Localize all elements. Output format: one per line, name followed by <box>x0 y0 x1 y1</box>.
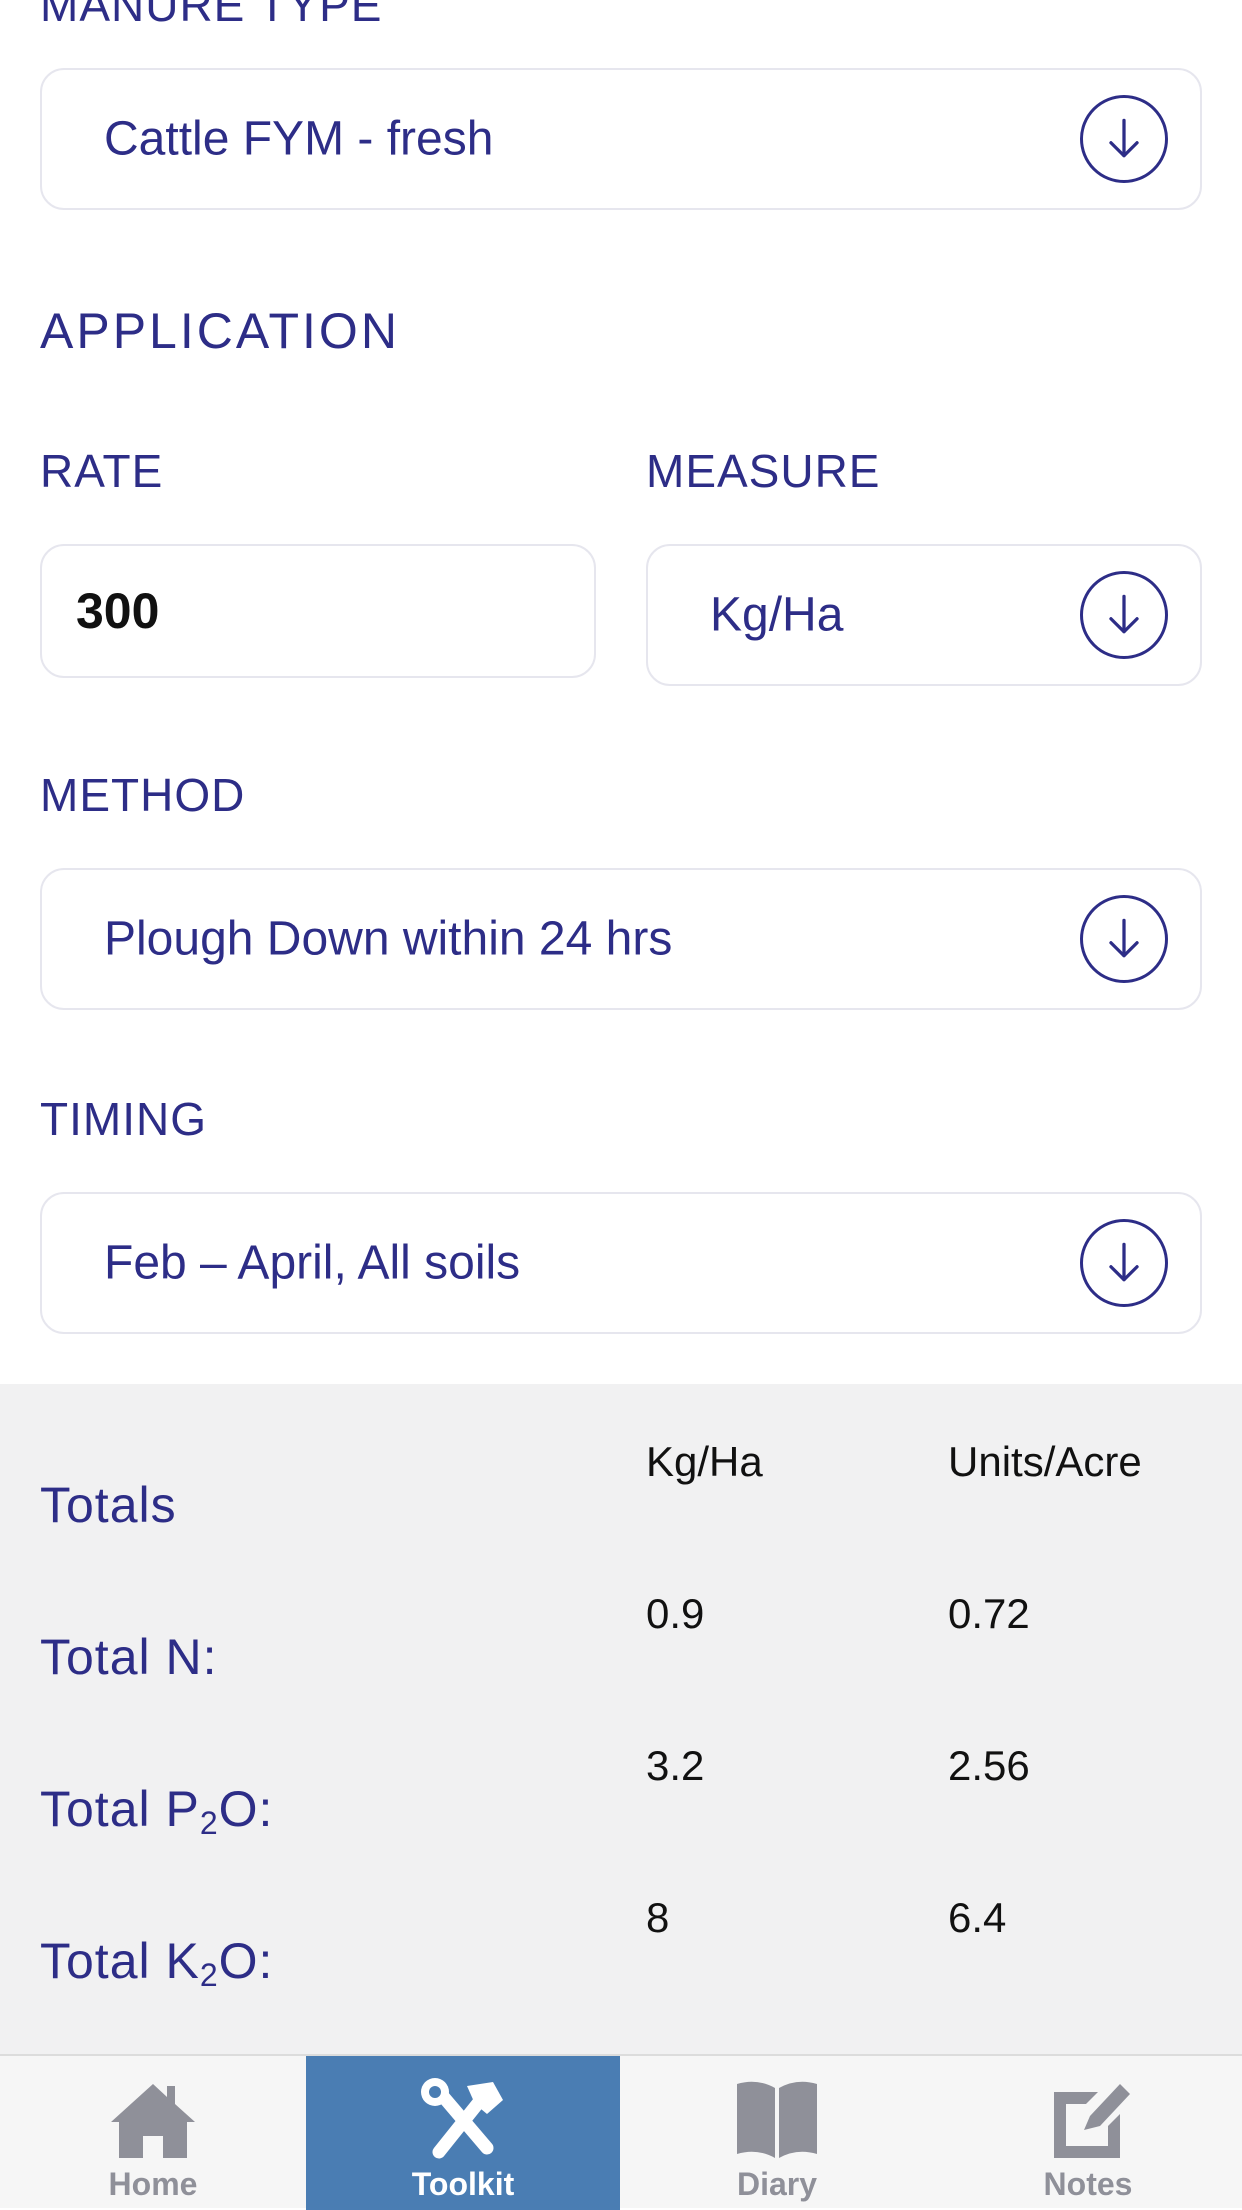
total-p2o-label: Total P2O: <box>40 1781 274 1841</box>
edit-icon <box>1054 2084 1130 2158</box>
tab-home[interactable]: Home <box>0 2056 306 2210</box>
measure-label: MEASURE <box>646 445 881 497</box>
tab-toolkit[interactable]: Toolkit <box>306 2056 620 2210</box>
total-n-units-acre: 0.72 <box>948 1590 1030 1637</box>
total-k2o-units-acre: 6.4 <box>948 1894 1007 1941</box>
tab-notes-label: Notes <box>1043 2166 1133 2202</box>
tab-bar: Home Toolkit Diary Notes <box>0 2054 1242 2210</box>
chevron-down-icon <box>1080 895 1168 983</box>
manure-type-value: Cattle FYM - fresh <box>104 112 494 166</box>
column-header-units-acre: Units/Acre <box>948 1438 1142 1485</box>
column-header-kgha: Kg/Ha <box>646 1438 763 1485</box>
book-icon <box>737 2081 817 2158</box>
chevron-down-icon <box>1080 1219 1168 1307</box>
home-icon <box>111 2084 195 2158</box>
tab-toolkit-label: Toolkit <box>411 2166 515 2202</box>
timing-label: TIMING <box>40 1093 207 1145</box>
tab-diary[interactable]: Diary <box>620 2056 934 2210</box>
total-k2o-label: Total K2O: <box>40 1933 274 1993</box>
method-select[interactable]: Plough Down within 24 hrs <box>40 868 1202 1010</box>
total-n-label: Total N: <box>40 1629 218 1685</box>
toolkit-icon <box>421 2078 503 2159</box>
rate-label: RATE <box>40 445 164 497</box>
tab-diary-label: Diary <box>736 2166 818 2202</box>
total-k2o-kgha: 8 <box>646 1894 670 1941</box>
total-n-kgha: 0.9 <box>646 1590 705 1637</box>
application-heading: APPLICATION <box>40 303 400 359</box>
rate-input[interactable] <box>76 546 588 676</box>
manure-type-label: MANURE TYPE <box>40 0 383 31</box>
manure-type-select[interactable]: Cattle FYM - fresh <box>40 68 1202 210</box>
total-p2o-kgha: 3.2 <box>646 1742 705 1789</box>
measure-select[interactable]: Kg/Ha <box>646 544 1202 686</box>
chevron-down-icon <box>1080 95 1168 183</box>
tab-notes[interactable]: Notes <box>934 2056 1242 2210</box>
method-value: Plough Down within 24 hrs <box>104 912 673 966</box>
totals-heading: Totals <box>40 1477 177 1533</box>
total-p2o-units-acre: 2.56 <box>948 1742 1030 1789</box>
measure-value: Kg/Ha <box>710 588 844 642</box>
rate-field[interactable] <box>40 544 596 678</box>
timing-value: Feb – April, All soils <box>104 1236 521 1290</box>
totals-panel: Kg/Ha Units/Acre Totals 0.9 0.72 Total N… <box>0 1384 1242 2056</box>
method-label: METHOD <box>40 769 246 821</box>
tab-home-label: Home <box>108 2166 198 2202</box>
chevron-down-icon <box>1080 571 1168 659</box>
timing-select[interactable]: Feb – April, All soils <box>40 1192 1202 1334</box>
